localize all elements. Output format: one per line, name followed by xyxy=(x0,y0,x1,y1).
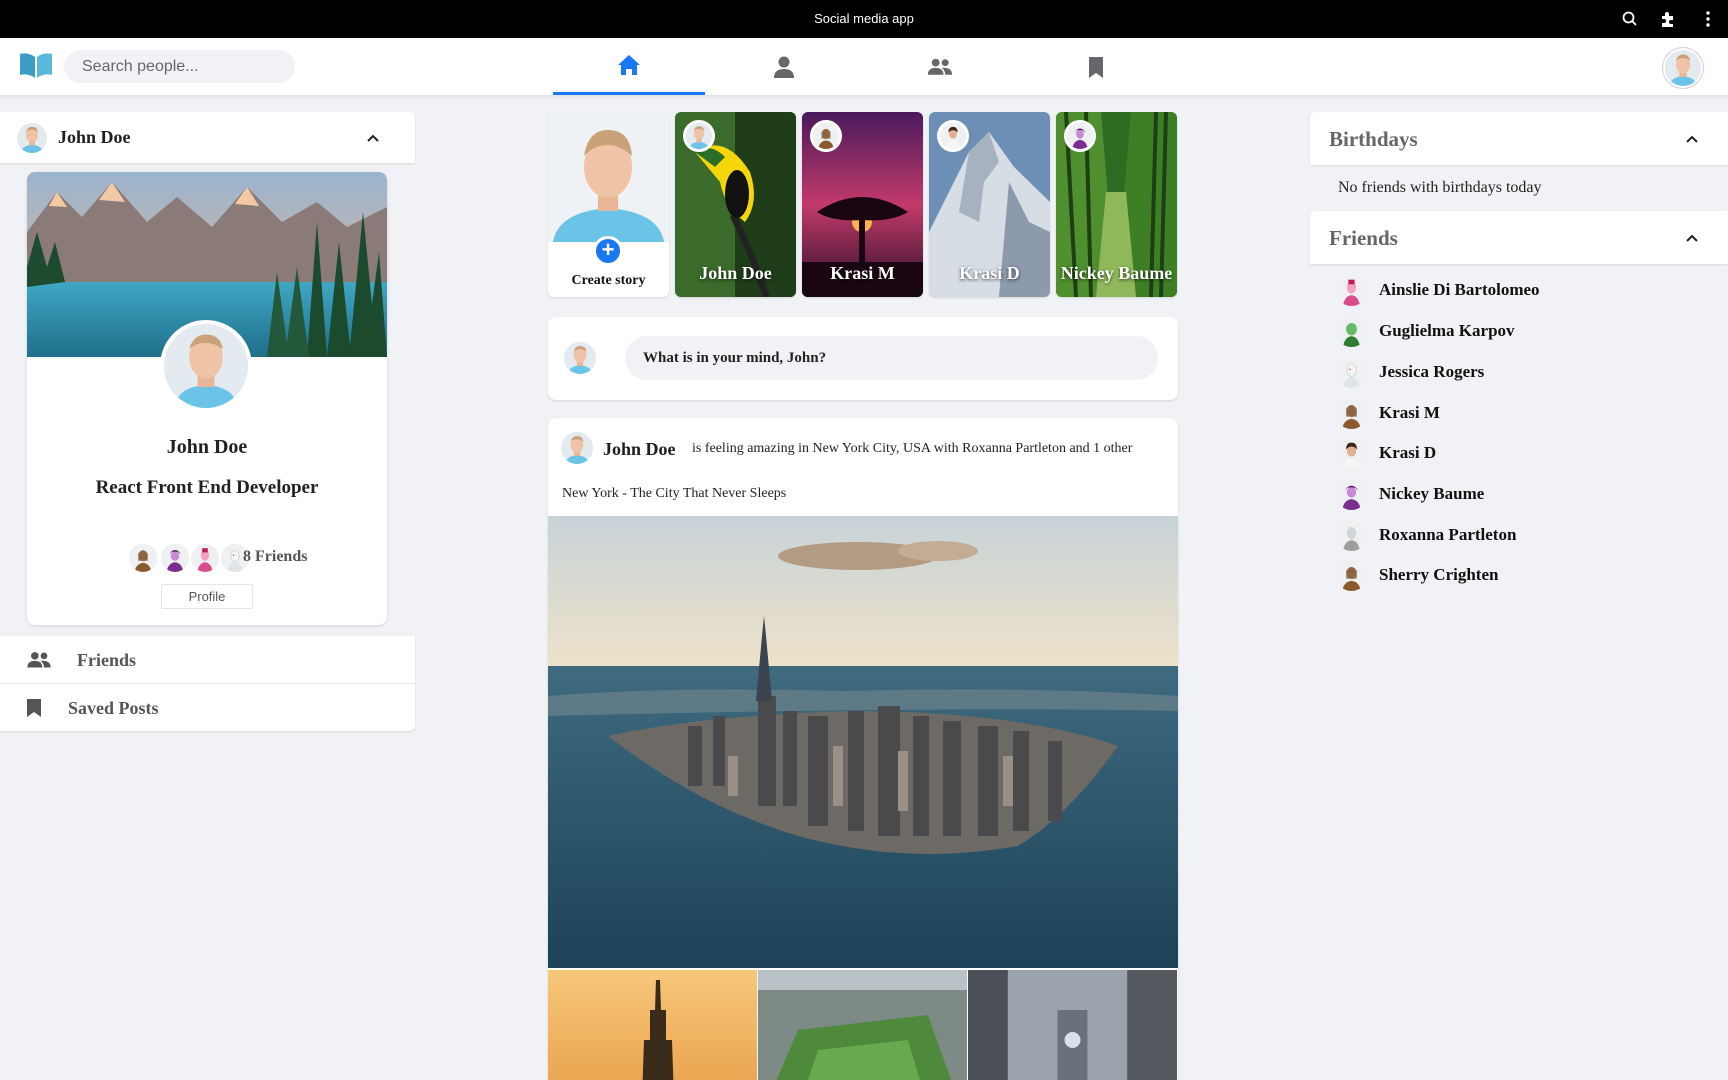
user-icon xyxy=(774,56,794,78)
home-icon xyxy=(618,55,640,75)
add-story-button[interactable]: + xyxy=(593,236,623,266)
friend-name: Jessica Rogers xyxy=(1379,362,1485,381)
tab-profile[interactable] xyxy=(708,38,860,95)
friends-title: Friends xyxy=(1329,226,1398,250)
friend-list-item[interactable]: Krasi D xyxy=(1336,435,1716,471)
avatar xyxy=(1336,398,1367,429)
whats-on-mind-input[interactable]: What is in your mind, John? xyxy=(625,336,1158,380)
window-title: Social media app xyxy=(814,11,914,26)
avatar xyxy=(1336,438,1367,469)
avatar xyxy=(1336,316,1367,347)
search-icon[interactable] xyxy=(1620,9,1640,29)
story-name: Krasi D xyxy=(959,263,1020,283)
avatar-image xyxy=(1665,50,1701,86)
birthdays-title: Birthdays xyxy=(1329,127,1418,151)
profile-card: John Doe React Front End Developer 8 Fri… xyxy=(27,172,387,625)
extensions-icon[interactable] xyxy=(1658,9,1678,29)
create-story-card[interactable]: + Create story xyxy=(548,112,669,297)
avatar xyxy=(564,342,596,374)
friend-list-item[interactable]: Jessica Rogers xyxy=(1336,354,1716,390)
friend-name: Roxanna Partleton xyxy=(1379,525,1517,544)
post-caption: New York - The City That Never Sleeps xyxy=(562,486,787,501)
tab-friends[interactable] xyxy=(864,38,1016,95)
avatar xyxy=(127,542,159,574)
app-logo-icon[interactable] xyxy=(18,50,54,80)
friends-section-header[interactable]: Friends xyxy=(1310,211,1728,264)
window-titlebar: Social media app xyxy=(0,0,1728,38)
feed-post: John Doe is feeling amazing in New York … xyxy=(548,418,1178,1080)
story-avatar xyxy=(1064,120,1096,152)
birthdays-empty-text: No friends with birthdays today xyxy=(1338,179,1542,196)
post-thumbnail-image[interactable] xyxy=(548,970,757,1080)
story-avatar xyxy=(683,120,715,152)
story-avatar xyxy=(937,120,969,152)
avatar[interactable] xyxy=(561,432,593,464)
bookmark-icon xyxy=(27,699,41,717)
user-name: John Doe xyxy=(58,127,131,147)
story-card[interactable]: Krasi M xyxy=(802,112,923,297)
story-name: Nickey Baume xyxy=(1060,263,1173,283)
story-card[interactable]: Nickey Baume xyxy=(1056,112,1177,297)
friend-list-item[interactable]: Roxanna Partleton xyxy=(1336,517,1716,553)
account-avatar[interactable] xyxy=(1663,48,1703,88)
menu-item-label: Friends xyxy=(77,650,137,670)
profile-button[interactable]: Profile xyxy=(161,584,253,609)
post-composer: What is in your mind, John? xyxy=(548,317,1178,400)
friend-list-item[interactable]: Guglielma Karpov xyxy=(1336,313,1716,349)
story-card[interactable]: John Doe xyxy=(675,112,796,297)
post-thumbnail-image[interactable] xyxy=(758,970,967,1080)
user-shortcut-header[interactable]: John Doe xyxy=(0,112,415,163)
create-story-label: Create story xyxy=(571,273,646,288)
post-feeling: is feeling amazing in New York City, USA… xyxy=(692,441,1133,456)
friend-name: Ainslie Di Bartolomeo xyxy=(1379,280,1540,299)
friend-list-item[interactable]: Sherry Crighten xyxy=(1336,557,1716,593)
post-main-image[interactable] xyxy=(548,516,1178,968)
avatar xyxy=(1336,560,1367,591)
tab-saved[interactable] xyxy=(1020,38,1172,95)
top-navigation xyxy=(0,38,1728,95)
profile-avatar[interactable] xyxy=(160,320,252,412)
post-thumbnail-image[interactable] xyxy=(968,970,1177,1080)
friend-list-item[interactable]: Ainslie Di Bartolomeo xyxy=(1336,272,1716,308)
friend-name: Krasi M xyxy=(1379,403,1440,422)
birthdays-section-header[interactable]: Birthdays xyxy=(1310,112,1728,165)
avatar xyxy=(17,123,47,153)
friend-list-item[interactable]: Krasi M xyxy=(1336,395,1716,431)
story-name: John Doe xyxy=(699,263,772,283)
friend-name: Sherry Crighten xyxy=(1379,565,1499,584)
chevron-up-icon[interactable] xyxy=(365,130,381,146)
story-card[interactable]: Krasi D xyxy=(929,112,1050,297)
menu-item-saved-posts[interactable]: Saved Posts xyxy=(0,684,415,731)
more-options-icon[interactable] xyxy=(1698,9,1718,29)
story-avatar xyxy=(810,120,842,152)
avatar xyxy=(1336,520,1367,551)
friends-count[interactable]: 8 Friends xyxy=(243,548,307,566)
post-author[interactable]: John Doe xyxy=(603,439,676,460)
profile-role: React Front End Developer xyxy=(95,477,319,498)
avatar xyxy=(159,542,191,574)
chevron-up-icon[interactable] xyxy=(1684,230,1700,246)
avatar xyxy=(1336,275,1367,306)
menu-item-label: Saved Posts xyxy=(68,698,159,718)
avatar xyxy=(189,542,221,574)
profile-name: John Doe xyxy=(166,436,248,458)
friend-name: Krasi D xyxy=(1379,443,1437,462)
search-people-input[interactable] xyxy=(64,50,295,83)
bookmark-icon xyxy=(1089,56,1103,78)
chevron-up-icon[interactable] xyxy=(1684,131,1700,147)
friend-name: Guglielma Karpov xyxy=(1379,321,1515,340)
menu-item-friends[interactable]: Friends xyxy=(0,636,415,683)
avatar xyxy=(1336,357,1367,388)
left-menu: Friends Saved Posts xyxy=(0,636,415,731)
friend-list-item[interactable]: Nickey Baume xyxy=(1336,476,1716,512)
friends-icon xyxy=(927,58,953,75)
tab-home[interactable] xyxy=(553,38,705,95)
story-user-photo xyxy=(548,112,669,242)
friend-name: Nickey Baume xyxy=(1379,484,1485,503)
friends-icon xyxy=(27,652,51,668)
story-name: Krasi M xyxy=(830,263,895,283)
avatar xyxy=(1336,479,1367,510)
